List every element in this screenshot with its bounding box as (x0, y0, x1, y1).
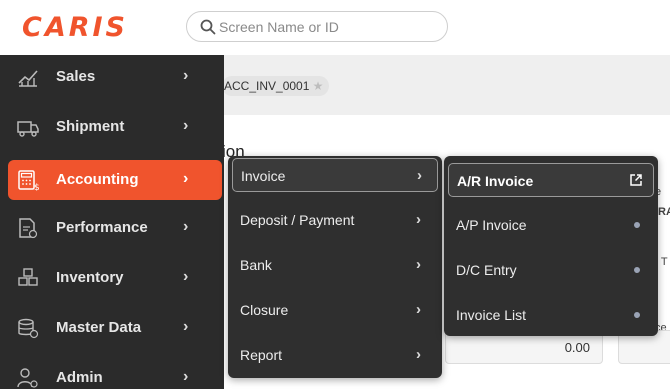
menu-item-label: D/C Entry (456, 262, 517, 278)
menu-item-label: A/P Invoice (456, 217, 527, 233)
chevron-right-icon: › (183, 268, 189, 285)
top-header: CARIS Screen Name or ID (0, 0, 670, 55)
invoice-submenu: A/R Invoice A/P Invoice D/C Entry Invoic… (444, 156, 658, 336)
menu-item-label: Invoice List (456, 307, 527, 323)
amount-value: 0.00 (564, 340, 590, 355)
chevron-right-icon: › (416, 211, 421, 228)
chevron-right-icon: › (183, 117, 189, 134)
sidebar-item-accounting[interactable]: $ Accounting › (8, 160, 222, 200)
sidebar-item-label: Sales (56, 68, 96, 85)
search-icon (200, 19, 216, 35)
sidebar-item-inventory[interactable]: Inventory › (8, 258, 222, 298)
chevron-right-icon: › (416, 301, 421, 318)
menu-item-closure[interactable]: Closure › (232, 293, 438, 327)
chevron-right-icon: › (183, 218, 189, 235)
sidebar: Sales › Shipment › $ Accounting › Perfor… (0, 55, 224, 389)
chevron-right-icon: › (416, 256, 421, 273)
menu-item-dc-entry[interactable]: D/C Entry (448, 253, 654, 287)
sidebar-item-label: Shipment (56, 118, 125, 135)
chevron-right-icon: › (416, 346, 421, 363)
menu-item-label: Deposit / Payment (240, 212, 355, 228)
menu-item-ar-invoice[interactable]: A/R Invoice (448, 163, 654, 197)
sidebar-item-performance[interactable]: Performance › (8, 208, 222, 248)
sidebar-item-label: Performance (56, 219, 148, 236)
chevron-right-icon: › (417, 167, 422, 184)
tab-label: ACC_INV_0001 (224, 79, 310, 93)
menu-item-invoice-list[interactable]: Invoice List (448, 298, 654, 332)
svg-text:$: $ (34, 183, 40, 191)
menu-item-invoice[interactable]: Invoice › (232, 158, 438, 192)
user-gear-icon (17, 368, 38, 388)
accounting-submenu: Invoice › Deposit / Payment › Bank › Clo… (228, 156, 442, 378)
sidebar-item-master-data[interactable]: Master Data › (8, 308, 222, 348)
search-input[interactable]: Screen Name or ID (219, 19, 339, 35)
calculator-icon: $ (18, 170, 40, 191)
menu-item-deposit-payment[interactable]: Deposit / Payment › (232, 203, 438, 237)
chevron-right-icon: › (183, 368, 189, 385)
menu-item-label: Report (240, 347, 283, 363)
external-link-icon[interactable] (629, 173, 643, 187)
menu-item-label: Bank (240, 257, 272, 273)
menu-item-label: Invoice (241, 168, 286, 184)
sales-chart-icon (18, 70, 38, 87)
sidebar-item-sales[interactable]: Sales › (8, 57, 222, 97)
sidebar-item-admin[interactable]: Admin › (8, 358, 222, 389)
star-icon[interactable]: ★ (313, 76, 324, 96)
database-icon (18, 318, 39, 339)
chevron-right-icon: › (183, 67, 189, 84)
status-dot-icon (634, 222, 640, 228)
menu-item-label: A/R Invoice (457, 173, 534, 189)
search-box[interactable]: Screen Name or ID (186, 11, 448, 42)
menu-item-bank[interactable]: Bank › (232, 248, 438, 282)
boxes-icon (18, 268, 38, 286)
menu-item-report[interactable]: Report › (232, 338, 438, 372)
status-dot-icon (634, 312, 640, 318)
report-icon (19, 218, 38, 239)
sidebar-item-label: Master Data (56, 319, 142, 336)
tab-acc-inv-0001[interactable]: ACC_INV_0001 ★ (222, 76, 330, 96)
truck-icon (17, 121, 39, 137)
menu-item-ap-invoice[interactable]: A/P Invoice (448, 208, 654, 242)
status-dot-icon (634, 267, 640, 273)
sidebar-item-label: Admin (56, 369, 103, 386)
sidebar-item-label: Inventory (56, 269, 124, 286)
field-value-fragment: RA (658, 206, 670, 218)
chevron-right-icon: › (183, 170, 189, 187)
sidebar-item-label: Accounting (56, 171, 139, 188)
menu-item-label: Closure (240, 302, 289, 318)
caris-logo[interactable]: CARIS (22, 12, 128, 43)
sidebar-item-shipment[interactable]: Shipment › (8, 107, 222, 147)
chevron-right-icon: › (183, 318, 189, 335)
